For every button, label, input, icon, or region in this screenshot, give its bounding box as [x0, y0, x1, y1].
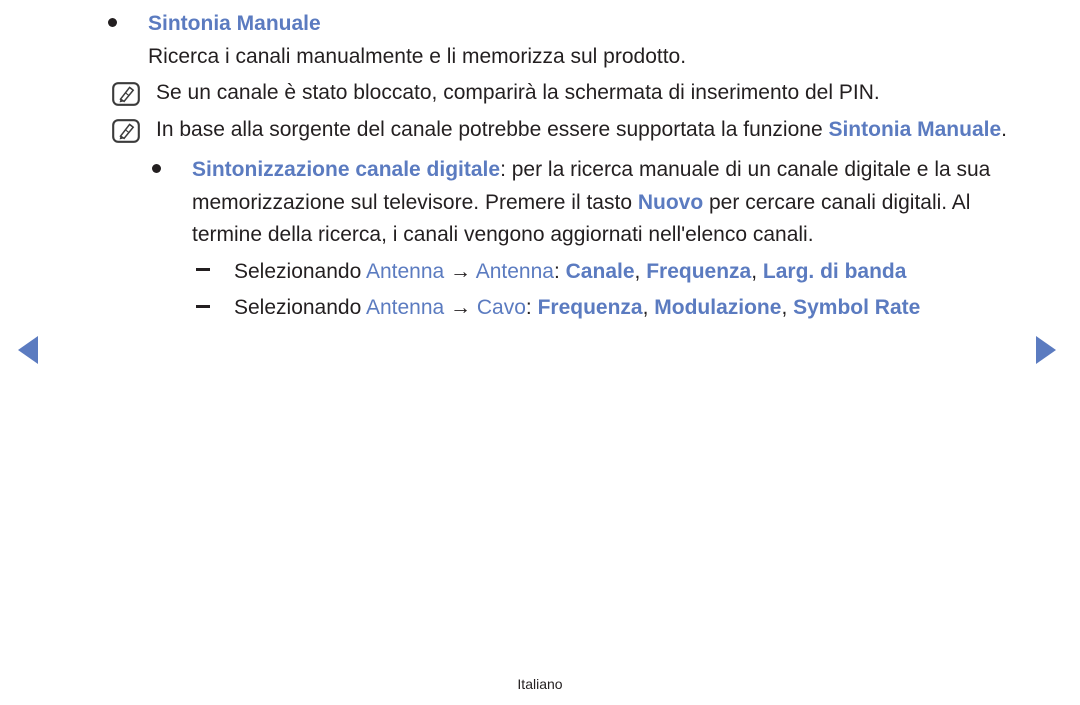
next-page-arrow-icon[interactable] [1036, 336, 1056, 364]
sub-item-cavo: Selezionando Antenna → Cavo: Frequenza, … [196, 292, 1034, 325]
previous-page-arrow-icon[interactable] [18, 336, 38, 364]
sub-item-path-2: Cavo [476, 296, 526, 319]
sub-item-colon: : [525, 296, 538, 319]
dash-marker-icon [196, 256, 234, 289]
content-column: Sintonia Manuale Ricerca i canali manual… [104, 8, 1034, 325]
sub-item-field: Modulazione [654, 296, 782, 319]
language-footer: Italiano [517, 676, 563, 692]
path-arrow-icon: → [444, 259, 476, 283]
note-item: Se un canale è stato bloccato, comparirà… [104, 77, 1034, 110]
sub-item-lead: Selezionando [234, 296, 366, 319]
bullet-dot-icon [104, 8, 148, 41]
note-text: Se un canale è stato bloccato, comparirà… [156, 81, 880, 104]
note-text-prefix: In base alla sorgente del canale potrebb… [156, 117, 829, 141]
sub-item-field: Frequenza [646, 259, 752, 283]
sub-item-path-2: Antenna [475, 259, 554, 283]
sub-item-lead: Selezionando [234, 259, 366, 283]
bullet-dot-icon [148, 154, 192, 187]
sub-item-path-1: Antenna [365, 296, 445, 319]
sub-item-field: Canale [565, 259, 635, 283]
section-title-item: Sintonia Manuale [104, 8, 1034, 41]
sub-item-antenna: Selezionando Antenna → Antenna: Canale, … [196, 256, 1034, 289]
digital-tuning-colon: : [500, 158, 512, 181]
digital-tuning-term: Sintonizzazione canale digitale [192, 158, 501, 181]
sub-item-field: Frequenza [537, 296, 643, 319]
note-item: In base alla sorgente del canale potrebb… [104, 114, 1034, 147]
field-separator: , [642, 296, 655, 319]
note-text-highlight: Sintonia Manuale [828, 117, 1002, 141]
digital-tuning-item: Sintonizzazione canale digitale: per la … [148, 154, 1034, 252]
note-text-suffix: . [1001, 117, 1007, 141]
sub-item-field: Symbol Rate [793, 296, 921, 319]
note-pencil-icon [112, 118, 140, 154]
field-separator: , [634, 259, 647, 283]
field-separator: , [751, 259, 763, 283]
path-arrow-icon: → [444, 296, 477, 319]
manual-page: Sintonia Manuale Ricerca i canali manual… [0, 0, 1080, 705]
page-title: Sintonia Manuale [148, 12, 321, 35]
note-pencil-icon [112, 82, 140, 117]
section-description-text: Ricerca i canali manualmente e li memori… [148, 44, 687, 68]
sub-item-colon: : [553, 259, 566, 283]
dash-marker-icon [196, 292, 234, 325]
section-description: Ricerca i canali manualmente e li memori… [104, 41, 1034, 74]
digital-tuning-key: Nuovo [637, 190, 704, 214]
sub-item-path-1: Antenna [365, 259, 445, 283]
field-separator: , [781, 296, 794, 319]
sub-item-field: Larg. di banda [762, 259, 907, 283]
